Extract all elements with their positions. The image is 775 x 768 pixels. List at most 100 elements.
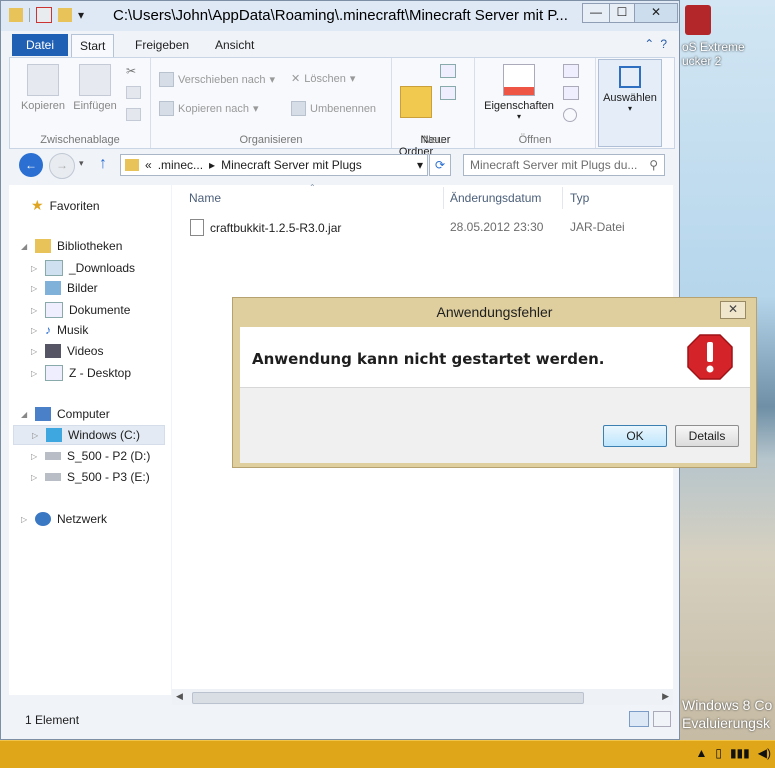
rename-button[interactable]: Umbenennen — [291, 101, 376, 116]
tab-share[interactable]: Freigeben — [127, 34, 197, 56]
navigation-pane: ★ Favoriten ◢ Bibliotheken ▷ _Downloads ▷… — [9, 185, 171, 695]
horizontal-scrollbar[interactable]: ◀ ▶ — [172, 689, 673, 705]
nav-item-documents[interactable]: ▷ Dokumente — [31, 302, 130, 318]
tray-up-arrow-icon[interactable]: ▲ — [695, 746, 707, 760]
properties-button[interactable]: Eigenschaften ▾ — [479, 64, 559, 121]
maximize-button[interactable]: ☐ — [609, 3, 635, 23]
desktop-shortcut-label[interactable]: oS Extreme ucker 2 — [682, 40, 745, 68]
nav-item-favorites[interactable]: ★ Favoriten — [31, 197, 100, 214]
file-modified: 28.05.2012 23:30 — [450, 220, 544, 234]
file-name[interactable]: craftbukkit-1.2.5-R3.0.jar — [210, 221, 341, 235]
breadcrumb-current[interactable]: Minecraft Server mit Plugs — [221, 158, 362, 172]
close-button[interactable]: ✕ — [634, 3, 678, 23]
paste-button[interactable]: Einfügen — [70, 64, 120, 112]
address-bar[interactable]: « .minec... ▸ Minecraft Server mit Plugs… — [120, 154, 428, 176]
collapsed-triangle-icon[interactable]: ▷ — [31, 284, 39, 293]
large-icons-view-icon[interactable] — [653, 711, 671, 727]
address-dropdown-icon[interactable]: ▾ — [417, 158, 423, 172]
system-tray[interactable]: ▲ ▯ ▮▮▮ ◀) — [695, 746, 771, 760]
file-row[interactable]: craftbukkit-1.2.5-R3.0.jar — [190, 219, 341, 236]
scissors-icon[interactable]: ✂ — [126, 64, 136, 78]
expanded-triangle-icon[interactable]: ◢ — [21, 242, 29, 251]
dialog-close-button[interactable]: ✕ — [720, 301, 746, 319]
forward-arrow-icon[interactable]: → — [49, 153, 75, 179]
new-folder-qat-icon[interactable] — [58, 8, 72, 22]
nav-item-computer[interactable]: ◢ Computer — [21, 407, 110, 421]
recent-dropdown-icon[interactable]: ▾ — [79, 158, 84, 169]
tab-file[interactable]: Datei — [12, 34, 69, 56]
search-input[interactable]: Minecraft Server mit Plugs du... ⚲ — [463, 154, 665, 176]
copy-path-icon[interactable] — [126, 86, 141, 99]
column-divider[interactable] — [562, 187, 563, 209]
collapsed-triangle-icon[interactable]: ▷ — [21, 515, 29, 524]
minimize-button[interactable]: — — [582, 3, 610, 23]
nav-item-pictures[interactable]: ▷ Bilder — [31, 281, 98, 295]
breadcrumb-separator[interactable]: ▸ — [209, 158, 215, 172]
dialog-body: Anwendung kann nicht gestartet werden. O… — [240, 327, 750, 463]
title-bar[interactable]: ▾ C:\Users\John\AppData\Roaming\.minecra… — [1, 1, 679, 31]
select-button[interactable]: Auswählen ▾ — [599, 66, 661, 113]
nav-item-music[interactable]: ▷ ♪ Musik — [31, 323, 88, 337]
collapsed-triangle-icon[interactable]: ▷ — [31, 306, 39, 315]
collapsed-triangle-icon[interactable]: ▷ — [31, 264, 39, 273]
breadcrumb-overflow[interactable]: « — [145, 158, 152, 172]
help-icon[interactable]: ? — [660, 37, 667, 51]
open-icon[interactable] — [563, 64, 579, 78]
details-button[interactable]: Details — [675, 425, 739, 447]
expanded-triangle-icon[interactable]: ◢ — [21, 410, 29, 419]
scrollbar-thumb[interactable] — [192, 692, 584, 704]
scroll-right-icon[interactable]: ▶ — [662, 691, 669, 702]
column-header-type[interactable]: Typ — [570, 191, 589, 205]
copy-icon — [27, 64, 59, 96]
paste-shortcut-icon[interactable] — [126, 108, 141, 121]
nav-item-drive-c[interactable]: ▷ Windows (C:) — [13, 425, 165, 445]
collapsed-triangle-icon[interactable]: ▷ — [32, 431, 40, 440]
star-icon: ★ — [31, 197, 44, 213]
up-arrow-icon[interactable]: ↑ — [99, 155, 107, 173]
edit-icon[interactable] — [563, 86, 579, 100]
nav-item-downloads[interactable]: ▷ _Downloads — [31, 260, 135, 276]
nav-item-drive-d[interactable]: ▷ S_500 - P2 (D:) — [31, 449, 150, 463]
volume-icon[interactable]: ◀) — [758, 746, 771, 760]
ok-button[interactable]: OK — [603, 425, 667, 447]
collapsed-triangle-icon[interactable]: ▷ — [31, 369, 39, 378]
collapsed-triangle-icon[interactable]: ▷ — [31, 347, 39, 356]
new-item-icon[interactable] — [440, 64, 456, 78]
collapsed-triangle-icon[interactable]: ▷ — [31, 473, 39, 482]
collapsed-triangle-icon[interactable]: ▷ — [31, 326, 39, 335]
tab-start[interactable]: Start — [71, 34, 115, 57]
pictures-icon — [45, 281, 61, 295]
refresh-icon[interactable]: ⟳ — [429, 154, 451, 176]
tab-view[interactable]: Ansicht — [207, 34, 262, 56]
copy-button[interactable]: Kopieren — [18, 64, 68, 112]
back-arrow-icon[interactable]: ← — [19, 153, 43, 177]
column-divider[interactable] — [443, 187, 444, 209]
properties-qat-icon[interactable] — [36, 7, 52, 23]
column-header-modified[interactable]: Änderungsdatum — [450, 191, 541, 205]
nav-item-z-desktop[interactable]: ▷ Z - Desktop — [31, 365, 131, 381]
signal-icon[interactable]: ▮▮▮ — [730, 746, 750, 760]
nav-item-drive-e[interactable]: ▷ S_500 - P3 (E:) — [31, 470, 150, 484]
nav-item-libraries[interactable]: ◢ Bibliotheken — [21, 239, 122, 253]
breadcrumb-segment[interactable]: .minec... — [158, 158, 203, 172]
scroll-left-icon[interactable]: ◀ — [176, 691, 183, 702]
properties-icon — [503, 64, 535, 96]
collapsed-triangle-icon[interactable]: ▷ — [31, 452, 39, 461]
history-icon[interactable] — [563, 108, 577, 122]
documents-icon — [45, 302, 63, 318]
qat-dropdown-icon[interactable]: ▾ — [78, 8, 88, 22]
move-to-button[interactable]: Verschieben nach ▾ — [159, 72, 275, 87]
nav-item-network[interactable]: ▷ Netzwerk — [21, 512, 107, 526]
evaluation-watermark: Windows 8 Co Evaluierungsk — [682, 697, 773, 731]
nav-item-videos[interactable]: ▷ Videos — [31, 344, 103, 358]
delete-button[interactable]: ✕ Löschen ▾ — [291, 72, 355, 86]
column-header-name[interactable]: Name — [189, 191, 221, 205]
network-icon — [35, 512, 51, 526]
details-view-icon[interactable] — [629, 711, 649, 727]
search-icon[interactable]: ⚲ — [649, 158, 658, 172]
chevron-up-icon[interactable]: ⌃ — [644, 37, 654, 51]
desktop-shortcut-icon[interactable] — [685, 5, 711, 35]
copy-to-button[interactable]: Kopieren nach ▾ — [159, 101, 258, 116]
power-icon[interactable]: ▯ — [715, 746, 722, 760]
easy-access-icon[interactable] — [440, 86, 456, 100]
